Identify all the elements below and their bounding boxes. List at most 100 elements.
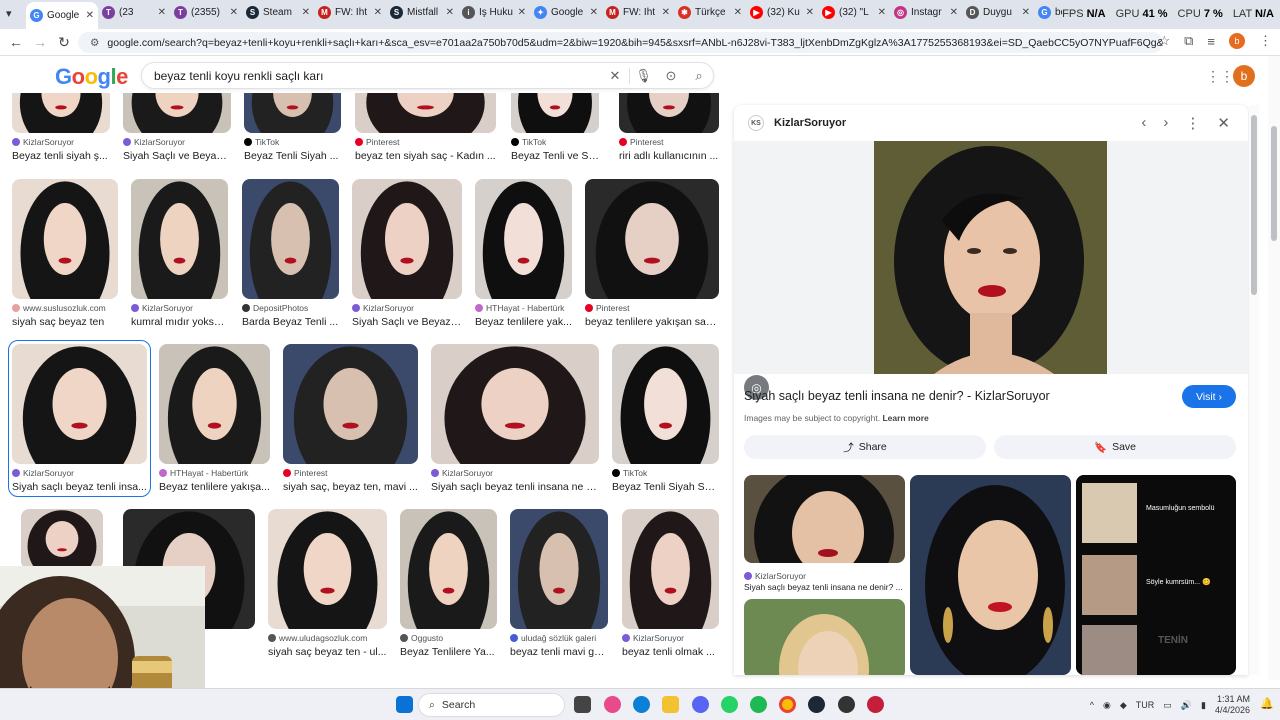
page-scroll-thumb[interactable]: [1271, 126, 1277, 241]
taskbar-search[interactable]: ⌕ Search: [418, 693, 565, 717]
browser-tab[interactable]: G Google ✕: [26, 2, 98, 29]
result-thumbnail[interactable]: [12, 93, 110, 133]
result-thumbnail[interactable]: [619, 93, 719, 133]
related-caption[interactable]: Siyah saçlı beyaz tenli insana ne denir?…: [744, 582, 905, 592]
notifications-icon[interactable]: 🔔: [1260, 697, 1274, 710]
image-result-card[interactable]: TikTok Beyaz Tenli Siyah ...: [244, 93, 341, 162]
tab-close-icon[interactable]: ✕: [230, 7, 238, 18]
tab-close-icon[interactable]: ✕: [950, 7, 958, 18]
site-info-icon[interactable]: ⚙: [90, 37, 99, 49]
discord-icon[interactable]: [692, 696, 709, 713]
panel-scrollbar[interactable]: [1249, 105, 1259, 675]
browser-tab[interactable]: D Duygu ✕: [962, 0, 1034, 25]
result-thumbnail[interactable]: [352, 179, 462, 299]
tab-close-icon[interactable]: ✕: [806, 7, 814, 18]
panel-title[interactable]: Siyah saçlı beyaz tenli insana ne denir?…: [744, 389, 1050, 403]
close-icon[interactable]: ✕: [1217, 114, 1230, 132]
edge-icon[interactable]: [633, 696, 650, 713]
result-caption[interactable]: beyaz tenli olmak ...: [622, 646, 719, 658]
browser-tab[interactable]: ✱ Türkçe ✕: [674, 0, 746, 25]
result-thumbnail[interactable]: [355, 93, 496, 133]
result-caption[interactable]: kumral mıdır yoksa...: [131, 316, 228, 328]
forward-button[interactable]: →: [28, 34, 52, 50]
result-thumbnail[interactable]: [283, 344, 418, 464]
image-result-card[interactable]: HTHayat - Habertürk Beyaz tenlilere yak..…: [475, 179, 572, 328]
tab-close-icon[interactable]: ✕: [662, 7, 670, 18]
related-image-4[interactable]: Masumluğun sembolü Söyle kumrsüm... 😊 TE…: [1076, 475, 1236, 675]
image-result-card[interactable]: Oggusto Beyaz Tenlilere Ya...: [400, 509, 497, 658]
reading-list-icon[interactable]: ≡: [1207, 34, 1215, 49]
image-result-card[interactable]: DepositPhotos Barda Beyaz Tenli ...: [242, 179, 339, 328]
image-result-card[interactable]: HTHayat - Habertürk Beyaz tenlilere yakış…: [159, 344, 270, 493]
browser-tab[interactable]: M FW: İht ✕: [602, 0, 674, 25]
result-caption[interactable]: Beyaz tenlilere yakışa...: [159, 481, 270, 493]
result-thumbnail[interactable]: [131, 179, 228, 299]
browser-tab[interactable]: ✦ Google ✕: [530, 0, 602, 25]
tray-overflow-icon[interactable]: ^: [1090, 700, 1094, 710]
browser-tab[interactable]: M FW: İht ✕: [314, 0, 386, 25]
result-caption[interactable]: Siyah saçlı beyaz tenli insana ne de...: [431, 481, 599, 493]
preview-image[interactable]: ◎: [734, 141, 1248, 400]
tab-close-icon[interactable]: ✕: [590, 7, 598, 18]
image-result-card[interactable]: Pinterest riri adlı kullanıcının ...: [619, 93, 719, 162]
result-caption[interactable]: Barda Beyaz Tenli ...: [242, 316, 339, 328]
steam-icon[interactable]: [808, 696, 825, 713]
related-image-1[interactable]: [744, 475, 905, 563]
image-result-card[interactable]: Pinterest beyaz ten siyah saç - Kadın ...: [355, 93, 496, 162]
browser-menu-icon[interactable]: ⋮: [1259, 33, 1272, 49]
result-thumbnail[interactable]: [242, 179, 339, 299]
next-arrow-icon[interactable]: ›: [1163, 114, 1168, 132]
result-thumbnail[interactable]: [12, 179, 118, 299]
related-image-2[interactable]: [744, 599, 905, 675]
result-thumbnail[interactable]: [511, 93, 599, 133]
share-button[interactable]: ⤴ Share: [744, 435, 986, 459]
tab-close-icon[interactable]: ✕: [878, 7, 886, 18]
result-caption[interactable]: riri adlı kullanıcının ...: [619, 150, 719, 162]
browser-tab[interactable]: S Mistfall ✕: [386, 0, 458, 25]
tray-app-icon[interactable]: ◆: [1120, 700, 1127, 711]
image-result-card[interactable]: www.uludagsozluk.com siyah saç beyaz ten …: [268, 509, 387, 658]
result-thumbnail[interactable]: [612, 344, 719, 464]
back-button[interactable]: ←: [4, 34, 28, 50]
browser-tab[interactable]: ▶ (32) Ku ✕: [746, 0, 818, 25]
result-thumbnail[interactable]: [400, 509, 497, 629]
image-result-card[interactable]: TikTok Beyaz Tenli ve Siy...: [511, 93, 599, 162]
result-caption[interactable]: beyaz tenlilere yakışan saç ...: [585, 316, 719, 328]
file-explorer-icon[interactable]: [662, 696, 679, 713]
result-thumbnail[interactable]: [12, 344, 147, 464]
google-logo[interactable]: Google: [55, 64, 128, 90]
visit-button[interactable]: Visit ›: [1182, 385, 1236, 408]
app-icon[interactable]: [838, 696, 855, 713]
tab-close-icon[interactable]: ✕: [1022, 7, 1030, 18]
browser-tab[interactable]: T (2355) ✕: [170, 0, 242, 25]
result-caption[interactable]: Siyah saçlı beyaz tenli insa...: [12, 481, 147, 493]
result-thumbnail[interactable]: [622, 509, 719, 629]
tab-close-icon[interactable]: ✕: [86, 10, 94, 21]
result-caption[interactable]: Beyaz Tenlilere Ya...: [400, 646, 497, 658]
tab-close-icon[interactable]: ✕: [158, 7, 166, 18]
result-thumbnail[interactable]: [475, 179, 572, 299]
task-view-icon[interactable]: [574, 696, 591, 713]
result-caption[interactable]: beyaz tenli mavi gö...: [510, 646, 608, 658]
result-thumbnail[interactable]: [244, 93, 341, 133]
result-caption[interactable]: siyah saç beyaz ten - ul...: [268, 646, 387, 658]
chrome-icon[interactable]: [779, 696, 796, 713]
clock[interactable]: 1:31 AM 4/4/2026: [1215, 694, 1250, 716]
bookmark-star-icon[interactable]: ☆: [1158, 33, 1170, 49]
tab-close-icon[interactable]: ✕: [446, 7, 454, 18]
image-result-card[interactable]: Pinterest siyah saç, beyaz ten, mavi ...: [283, 344, 418, 493]
whatsapp-icon[interactable]: [721, 696, 738, 713]
tab-close-icon[interactable]: ✕: [734, 7, 742, 18]
copilot-icon[interactable]: [604, 696, 621, 713]
browser-tab[interactable]: ◎ Instagr ✕: [890, 0, 962, 25]
related-image-3[interactable]: [910, 475, 1071, 675]
result-thumbnail[interactable]: [510, 509, 608, 629]
image-result-card[interactable]: KizlarSoruyor beyaz tenli olmak ...: [622, 509, 719, 658]
result-caption[interactable]: siyah saç, beyaz ten, mavi ...: [283, 481, 418, 493]
search-box[interactable]: beyaz tenli koyu renkli saçlı karı ✕ 🎙 ⊙…: [141, 62, 714, 89]
image-result-card[interactable]: uludağ sözlük galeri beyaz tenli mavi gö.…: [510, 509, 608, 658]
tab-close-icon[interactable]: ✕: [518, 7, 526, 18]
result-thumbnail[interactable]: [268, 509, 387, 629]
image-result-card[interactable]: www.suslusozluk.com siyah saç beyaz ten: [12, 179, 118, 328]
account-avatar[interactable]: b: [1233, 65, 1255, 87]
